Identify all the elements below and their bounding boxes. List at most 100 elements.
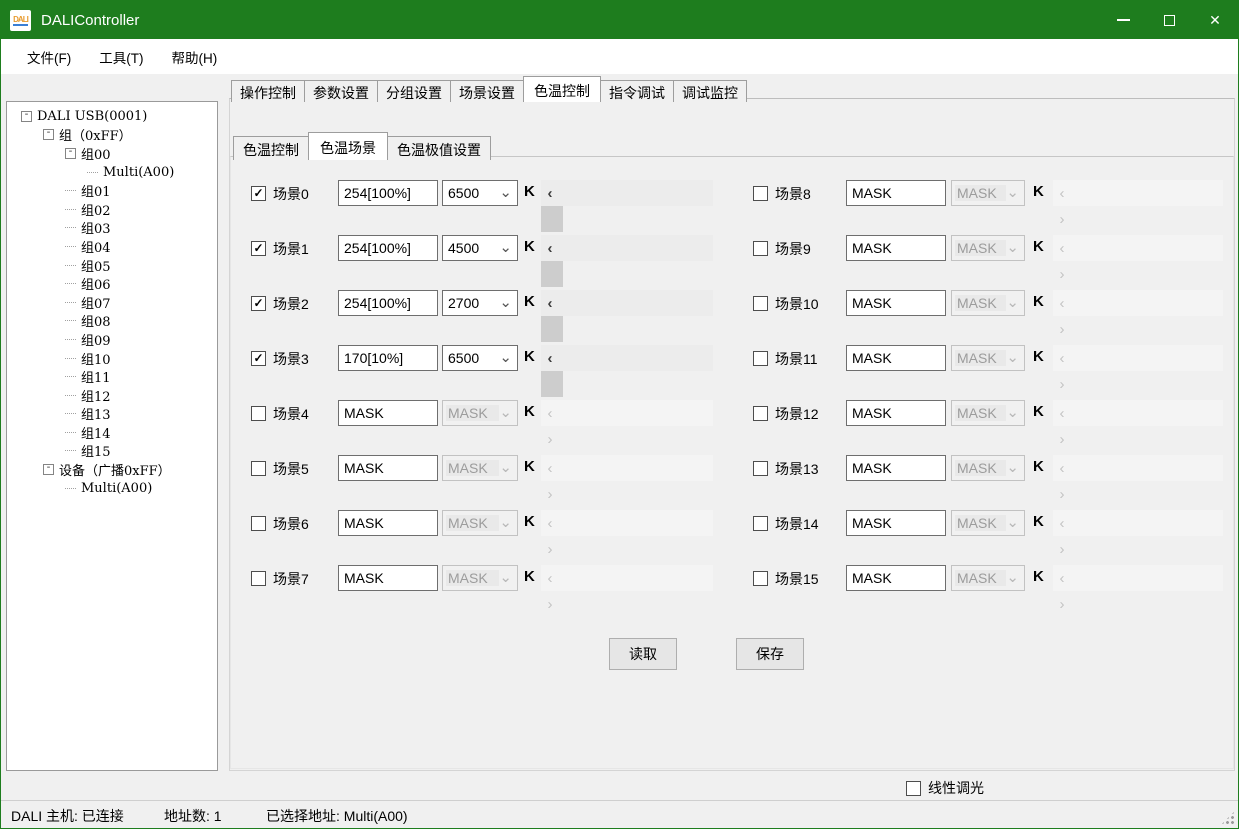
scene-13-checkbox[interactable] — [753, 461, 768, 476]
scroll-left-icon[interactable]: ‹ — [1053, 565, 1071, 591]
scene-3-checkbox[interactable]: ✓ — [251, 351, 266, 366]
scene-4-value-input[interactable] — [338, 400, 438, 426]
scene-7-value-input[interactable] — [338, 565, 438, 591]
save-button[interactable]: 保存 — [736, 638, 804, 670]
tab-color-temp-control[interactable]: 色温控制 — [523, 76, 601, 102]
scene-15-temp-scrollbar[interactable]: ‹› — [1053, 565, 1223, 591]
scene-2-temp-select[interactable]: 2700⌄ — [442, 290, 518, 316]
scene-12-value-input[interactable] — [846, 400, 946, 426]
scene-14-value-input[interactable] — [846, 510, 946, 536]
tab-debug-monitor[interactable]: 调试监控 — [673, 80, 747, 102]
scene-1-value-input[interactable] — [338, 235, 438, 261]
tree-collapse-icon[interactable]: - — [21, 111, 32, 122]
scroll-left-icon[interactable]: ‹ — [1053, 400, 1071, 426]
scene-1-temp-scrollbar[interactable]: ‹› — [541, 235, 713, 261]
maximize-button[interactable] — [1146, 1, 1192, 39]
scroll-left-icon[interactable]: ‹ — [1053, 180, 1071, 206]
scene-2-checkbox[interactable]: ✓ — [251, 296, 266, 311]
tree-collapse-icon[interactable]: - — [43, 129, 54, 140]
scroll-left-icon[interactable]: ‹ — [1053, 235, 1071, 261]
scene-4-temp-scrollbar[interactable]: ‹› — [541, 400, 713, 426]
subtab-color-temp-limits[interactable]: 色温极值设置 — [387, 136, 491, 160]
scene-7-temp-select[interactable]: MASK⌄ — [442, 565, 518, 591]
scroll-left-icon[interactable]: ‹ — [1053, 510, 1071, 536]
tree-item[interactable]: 组09 — [7, 330, 217, 349]
scene-14-checkbox[interactable] — [753, 516, 768, 531]
scene-0-temp-select[interactable]: 6500⌄ — [442, 180, 518, 206]
scene-9-value-input[interactable] — [846, 235, 946, 261]
scene-15-value-input[interactable] — [846, 565, 946, 591]
subtab-color-temp-control[interactable]: 色温控制 — [233, 136, 309, 160]
close-button[interactable]: ✕ — [1192, 1, 1238, 39]
scroll-left-icon[interactable]: ‹ — [1053, 455, 1071, 481]
scroll-left-icon[interactable]: ‹ — [541, 455, 559, 481]
scene-8-value-input[interactable] — [846, 180, 946, 206]
scene-5-checkbox[interactable] — [251, 461, 266, 476]
tree-item[interactable]: -DALI USB(0001) — [7, 107, 217, 126]
tree-item[interactable]: 组07 — [7, 293, 217, 312]
scene-11-value-input[interactable] — [846, 345, 946, 371]
scene-13-temp-select[interactable]: MASK⌄ — [951, 455, 1025, 481]
scroll-right-icon[interactable]: › — [1053, 591, 1071, 617]
scroll-right-icon[interactable]: › — [541, 536, 559, 562]
scene-0-temp-scrollbar[interactable]: ‹› — [541, 180, 713, 206]
tree-item[interactable]: 组04 — [7, 237, 217, 256]
scene-2-value-input[interactable] — [338, 290, 438, 316]
tree-collapse-icon[interactable]: - — [43, 464, 54, 475]
tree-item[interactable]: 组05 — [7, 256, 217, 275]
scroll-left-icon[interactable]: ‹ — [1053, 345, 1071, 371]
scene-1-temp-select[interactable]: 4500⌄ — [442, 235, 518, 261]
scene-13-temp-scrollbar[interactable]: ‹› — [1053, 455, 1223, 481]
menu-item-help[interactable]: 帮助(H) — [158, 39, 232, 75]
scene-6-value-input[interactable] — [338, 510, 438, 536]
scroll-right-icon[interactable]: › — [541, 481, 559, 507]
scene-5-temp-scrollbar[interactable]: ‹› — [541, 455, 713, 481]
scroll-right-icon[interactable]: › — [1053, 206, 1071, 232]
scene-10-value-input[interactable] — [846, 290, 946, 316]
scroll-right-icon[interactable]: › — [541, 426, 559, 452]
scene-14-temp-select[interactable]: MASK⌄ — [951, 510, 1025, 536]
tree-item[interactable]: 组13 — [7, 405, 217, 424]
scene-13-value-input[interactable] — [846, 455, 946, 481]
scene-10-checkbox[interactable] — [753, 296, 768, 311]
tab-scene-settings[interactable]: 场景设置 — [450, 80, 524, 102]
tab-parameter-settings[interactable]: 参数设置 — [304, 80, 378, 102]
subtab-color-temp-scene[interactable]: 色温场景 — [308, 132, 388, 160]
scene-10-temp-select[interactable]: MASK⌄ — [951, 290, 1025, 316]
scene-15-temp-select[interactable]: MASK⌄ — [951, 565, 1025, 591]
scene-3-temp-select[interactable]: 6500⌄ — [442, 345, 518, 371]
scene-11-temp-scrollbar[interactable]: ‹› — [1053, 345, 1223, 371]
scene-6-temp-scrollbar[interactable]: ‹› — [541, 510, 713, 536]
scene-10-temp-scrollbar[interactable]: ‹› — [1053, 290, 1223, 316]
scene-4-temp-select[interactable]: MASK⌄ — [442, 400, 518, 426]
tab-operation-control[interactable]: 操作控制 — [231, 80, 305, 102]
scene-12-checkbox[interactable] — [753, 406, 768, 421]
scene-14-temp-scrollbar[interactable]: ‹› — [1053, 510, 1223, 536]
scroll-left-icon[interactable]: ‹ — [541, 235, 559, 261]
scroll-right-icon[interactable]: › — [541, 591, 559, 617]
scene-3-value-input[interactable] — [338, 345, 438, 371]
scene-9-temp-scrollbar[interactable]: ‹› — [1053, 235, 1223, 261]
scrollbar-thumb[interactable] — [541, 316, 563, 342]
scroll-left-icon[interactable]: ‹ — [541, 180, 559, 206]
tree-item[interactable]: 组03 — [7, 219, 217, 238]
tab-grouping-settings[interactable]: 分组设置 — [377, 80, 451, 102]
scene-12-temp-scrollbar[interactable]: ‹› — [1053, 400, 1223, 426]
scene-9-temp-select[interactable]: MASK⌄ — [951, 235, 1025, 261]
scrollbar-thumb[interactable] — [541, 206, 563, 232]
scene-2-temp-scrollbar[interactable]: ‹› — [541, 290, 713, 316]
scene-8-checkbox[interactable] — [753, 186, 768, 201]
scene-11-temp-select[interactable]: MASK⌄ — [951, 345, 1025, 371]
scroll-left-icon[interactable]: ‹ — [541, 565, 559, 591]
scroll-right-icon[interactable]: › — [1053, 481, 1071, 507]
tree-item[interactable]: -设备（广播0xFF） — [7, 460, 217, 479]
resize-grip-icon[interactable] — [1221, 811, 1235, 825]
scroll-right-icon[interactable]: › — [1053, 371, 1071, 397]
scene-0-checkbox[interactable]: ✓ — [251, 186, 266, 201]
tree-item[interactable]: 组06 — [7, 274, 217, 293]
scene-8-temp-select[interactable]: MASK⌄ — [951, 180, 1025, 206]
scene-12-temp-select[interactable]: MASK⌄ — [951, 400, 1025, 426]
scroll-left-icon[interactable]: ‹ — [541, 400, 559, 426]
scene-6-checkbox[interactable] — [251, 516, 266, 531]
tab-command-debug[interactable]: 指令调试 — [600, 80, 674, 102]
